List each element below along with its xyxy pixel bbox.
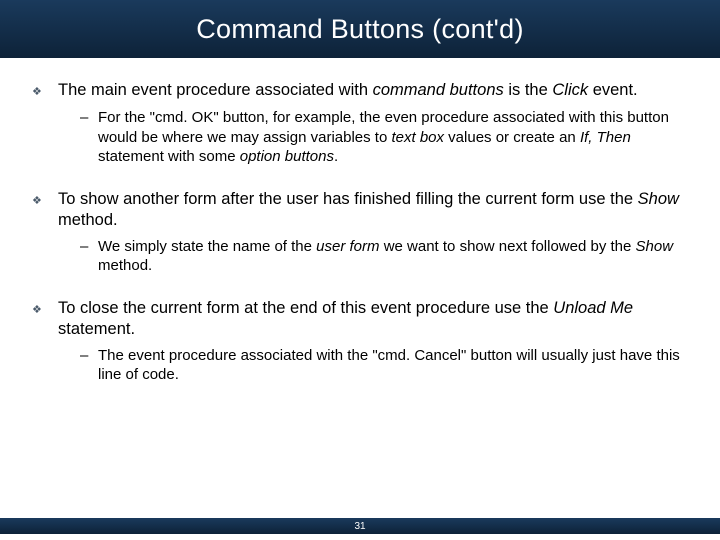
- bullet-text: The main event procedure associated with…: [58, 80, 692, 102]
- sub-bullet-item: – The event procedure associated with th…: [80, 346, 692, 385]
- bullet-item: ❖ The main event procedure associated wi…: [32, 80, 692, 102]
- bullet-text: To close the current form at the end of …: [58, 298, 692, 340]
- sub-bullet-text: The event procedure associated with the …: [98, 346, 692, 385]
- sub-bullet-item: – We simply state the name of the user f…: [80, 237, 692, 276]
- slide-header: Command Buttons (cont'd): [0, 0, 720, 58]
- bullet-text: To show another form after the user has …: [58, 189, 692, 231]
- slide-footer: 31: [0, 518, 720, 534]
- dash-bullet-icon: –: [80, 237, 98, 276]
- slide-title: Command Buttons (cont'd): [196, 14, 524, 45]
- dash-bullet-icon: –: [80, 346, 98, 385]
- diamond-bullet-icon: ❖: [32, 189, 58, 231]
- page-number: 31: [354, 521, 365, 532]
- sub-bullet-text: For the "cmd. OK" button, for example, t…: [98, 108, 692, 167]
- diamond-bullet-icon: ❖: [32, 298, 58, 340]
- bullet-item: ❖ To show another form after the user ha…: [32, 189, 692, 231]
- diamond-bullet-icon: ❖: [32, 80, 58, 102]
- dash-bullet-icon: –: [80, 108, 98, 167]
- bullet-item: ❖ To close the current form at the end o…: [32, 298, 692, 340]
- sub-bullet-item: – For the "cmd. OK" button, for example,…: [80, 108, 692, 167]
- sub-bullet-text: We simply state the name of the user for…: [98, 237, 692, 276]
- slide-content: ❖ The main event procedure associated wi…: [0, 58, 720, 385]
